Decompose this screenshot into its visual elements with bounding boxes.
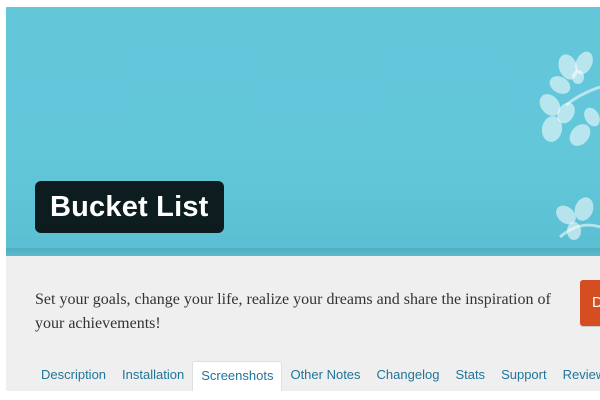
tab-changelog[interactable]: Changelog (369, 361, 448, 391)
plugin-title-box: Bucket List (35, 181, 224, 233)
download-button[interactable]: Download (580, 280, 600, 326)
tab-support[interactable]: Support (493, 361, 555, 391)
tab-other-notes[interactable]: Other Notes (282, 361, 368, 391)
tab-reviews[interactable]: Reviews (555, 361, 600, 391)
flower-branch-icon (539, 51, 600, 240)
plugin-title: Bucket List (50, 190, 209, 223)
plugin-tabs: Description Installation Screenshots Oth… (33, 361, 600, 391)
tab-content (6, 391, 600, 400)
tab-stats[interactable]: Stats (447, 361, 493, 391)
plugin-short-description: Set your goals, change your life, realiz… (35, 291, 551, 332)
tab-description[interactable]: Description (33, 361, 114, 391)
plugin-page: Bucket List Set your goals, change your … (0, 0, 600, 400)
tab-installation[interactable]: Installation (114, 361, 192, 391)
tab-screenshots[interactable]: Screenshots (192, 361, 283, 391)
plugin-banner: Bucket List (6, 7, 600, 256)
